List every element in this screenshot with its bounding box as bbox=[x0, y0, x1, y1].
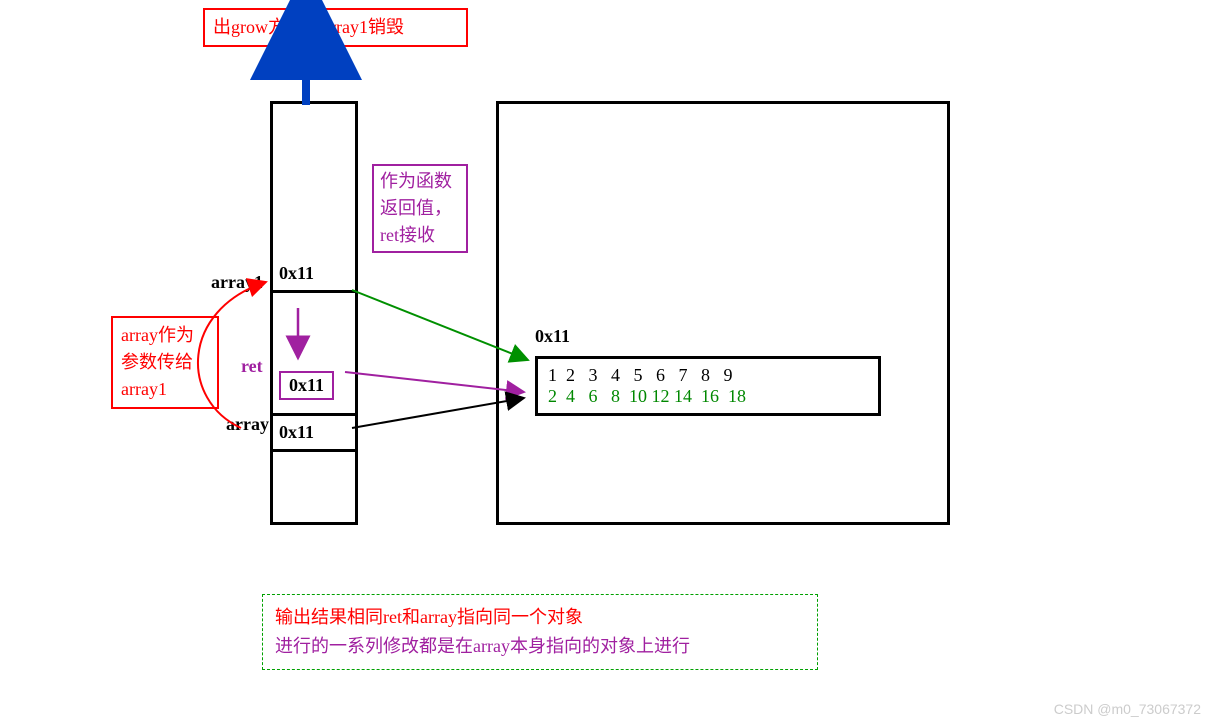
stack-spacer-top bbox=[273, 104, 355, 257]
bottom-line1: 输出结果相同ret和array指向同一个对象 bbox=[275, 603, 805, 632]
ret-value: 0x11 bbox=[289, 375, 324, 395]
heap-row1: 1 2 3 4 5 6 7 8 9 bbox=[548, 365, 868, 386]
label-ret: ret bbox=[241, 356, 263, 377]
label-array: array bbox=[226, 414, 269, 435]
label-array1: array1 bbox=[211, 272, 263, 293]
left-note-line3: array1 bbox=[121, 376, 209, 403]
stack-row-ret-cell: 0x11 bbox=[273, 293, 355, 416]
ret-value-box: 0x11 bbox=[279, 371, 334, 400]
bottom-line2: 进行的一系列修改都是在array本身指向的对象上进行 bbox=[275, 632, 805, 661]
stack-row-array1: 0x11 bbox=[273, 257, 355, 293]
stack-row-array: 0x11 bbox=[273, 416, 355, 452]
left-note-line2: 参数传给 bbox=[121, 349, 209, 376]
stack-spacer-bottom bbox=[273, 452, 355, 522]
stack-frame: 0x11 0x11 0x11 bbox=[270, 101, 358, 525]
top-destroy-text: 出grow方法，array1销毁 bbox=[213, 17, 404, 37]
heap-addr: 0x11 bbox=[535, 326, 570, 347]
left-note-line1: array作为 bbox=[121, 322, 209, 349]
heap-row2: 2 4 6 8 10 12 14 16 18 bbox=[548, 386, 868, 407]
top-destroy-note: 出grow方法，array1销毁 bbox=[203, 8, 468, 47]
stack-array1-value: 0x11 bbox=[279, 263, 314, 284]
ret-note-line1: 作为函数 bbox=[380, 168, 460, 195]
watermark: CSDN @m0_73067372 bbox=[1054, 701, 1201, 717]
heap-array-box: 1 2 3 4 5 6 7 8 9 2 4 6 8 10 12 14 16 18 bbox=[535, 356, 881, 416]
ret-note-line3: ret接收 bbox=[380, 222, 460, 249]
ret-note-box: 作为函数 返回值， ret接收 bbox=[372, 164, 468, 253]
left-param-note: array作为 参数传给 array1 bbox=[111, 316, 219, 409]
ret-note-line2: 返回值， bbox=[380, 195, 460, 222]
bottom-note-box: 输出结果相同ret和array指向同一个对象 进行的一系列修改都是在array本… bbox=[262, 594, 818, 670]
stack-array-value: 0x11 bbox=[279, 422, 314, 443]
heap-frame: 0x11 1 2 3 4 5 6 7 8 9 2 4 6 8 10 12 14 … bbox=[496, 101, 950, 525]
